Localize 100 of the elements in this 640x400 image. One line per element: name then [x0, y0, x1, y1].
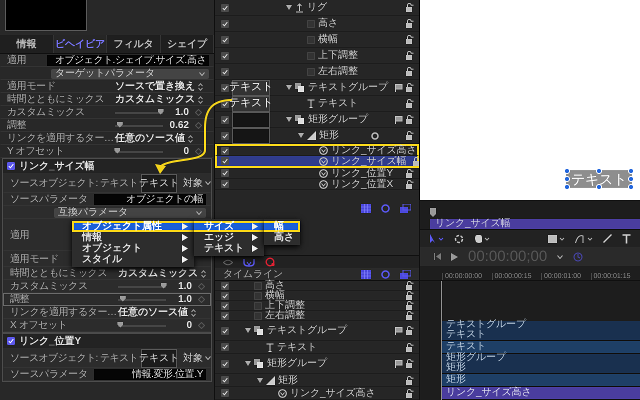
timeline-bar[interactable]: 矩形: [441, 374, 640, 387]
disclosure-triangle-icon[interactable]: [298, 133, 304, 138]
padlock-icon[interactable]: [406, 281, 414, 290]
grid-icon[interactable]: [361, 270, 371, 278]
checkbox[interactable]: [221, 132, 229, 140]
disclosure-triangle-icon[interactable]: [286, 85, 292, 90]
checkbox[interactable]: [221, 36, 229, 44]
disclosure-triangle-icon[interactable]: [245, 328, 251, 333]
flag-icon[interactable]: [395, 116, 403, 124]
go-to-start-icon[interactable]: [434, 253, 441, 260]
layer-row[interactable]: テキスト テキストグループ: [215, 80, 419, 96]
menu-item[interactable]: 情報: [72, 232, 194, 243]
padlock-icon[interactable]: [406, 342, 414, 352]
eye-icon[interactable]: [223, 258, 233, 266]
padlock-icon[interactable]: [412, 156, 419, 166]
padlock-icon[interactable]: [406, 180, 414, 188]
checkbox[interactable]: [221, 169, 229, 177]
layer-row[interactable]: リンク_サイズ幅: [215, 156, 419, 168]
inspector-tab[interactable]: シェイプ: [160, 35, 214, 53]
layer-row[interactable]: 横幅: [215, 291, 419, 301]
menu-item[interactable]: 幅: [264, 221, 300, 232]
layer-row[interactable]: 上下調整: [215, 301, 419, 311]
layer-row[interactable]: 左右調整: [215, 64, 419, 80]
layer-row[interactable]: 左右調整: [215, 311, 419, 321]
padlock-icon[interactable]: [406, 3, 414, 12]
menu-item[interactable]: エッジ: [194, 232, 264, 243]
disclosure-triangle-icon[interactable]: [257, 378, 263, 382]
checkbox[interactable]: [221, 20, 229, 28]
padlock-icon[interactable]: [406, 359, 414, 368]
padlock-icon[interactable]: [406, 51, 414, 60]
slider-thumb[interactable]: [120, 296, 126, 302]
layer-row[interactable]: リンク_位置X: [215, 179, 419, 190]
stack-icon[interactable]: [400, 204, 411, 213]
selection-handle[interactable]: [596, 168, 602, 174]
target-button[interactable]: 対象: [183, 352, 212, 364]
checkbox[interactable]: [221, 389, 229, 397]
checkbox[interactable]: [221, 4, 229, 12]
checkbox[interactable]: [221, 68, 229, 76]
checkbox[interactable]: [221, 116, 229, 124]
menu-item[interactable]: スタイル: [72, 254, 194, 265]
flag-icon[interactable]: [395, 84, 403, 92]
disclosure-triangle-icon[interactable]: [286, 117, 292, 122]
play-icon[interactable]: [451, 252, 458, 261]
target-button[interactable]: 対象: [183, 178, 212, 188]
checkbox[interactable]: [221, 180, 229, 188]
disclosure-triangle-icon[interactable]: [245, 361, 251, 366]
menu-item[interactable]: オブジェクト属性: [72, 221, 194, 232]
checkbox[interactable]: [221, 292, 229, 300]
checkbox[interactable]: [221, 52, 229, 60]
selection-handle[interactable]: [596, 184, 602, 190]
dropdown[interactable]: ターゲットパラメータ: [51, 68, 209, 78]
layer-row[interactable]: テキストグループ: [215, 321, 419, 341]
padlock-icon[interactable]: [406, 131, 414, 140]
checkbox[interactable]: [221, 84, 229, 92]
layer-row[interactable]: 高さ: [215, 16, 419, 32]
checkbox[interactable]: [221, 282, 229, 290]
slider-thumb[interactable]: [114, 148, 120, 154]
slider-thumb[interactable]: [116, 122, 123, 128]
checkbox[interactable]: [221, 146, 229, 154]
layer-row[interactable]: 矩形: [215, 128, 419, 144]
record-icon[interactable]: [265, 257, 275, 267]
line-tool-icon[interactable]: [603, 234, 612, 244]
padlock-icon[interactable]: [406, 168, 414, 178]
inspector-tab[interactable]: フィルタ: [107, 35, 160, 53]
menu-item[interactable]: 高さ: [264, 232, 300, 243]
timeline-bar[interactable]: リンク_サイズ高さ: [441, 386, 640, 400]
padlock-icon[interactable]: [406, 67, 414, 76]
layer-row[interactable]: テキスト テキスト: [215, 96, 419, 112]
checkbox[interactable]: [221, 326, 229, 334]
checkbox[interactable]: [221, 302, 229, 310]
disclosure-triangle-icon[interactable]: [286, 5, 292, 10]
dropdown[interactable]: 互換パラメータ: [54, 208, 206, 218]
timeline-bar[interactable]: リンク_サイズ幅: [430, 219, 640, 230]
layer-row[interactable]: 高さ: [215, 281, 419, 291]
layer-row[interactable]: リンク_サイズ高さ: [215, 387, 419, 400]
popup-button[interactable]: カスタムミックス: [115, 94, 203, 105]
orbit-icon[interactable]: [454, 234, 464, 244]
layer-row[interactable]: リンク_位置Y: [215, 168, 419, 179]
padlock-icon[interactable]: [406, 35, 414, 44]
flag-icon[interactable]: [395, 360, 403, 368]
padlock-icon[interactable]: [406, 326, 414, 335]
layer-row[interactable]: 矩形: [215, 374, 419, 387]
slider-thumb[interactable]: [160, 282, 167, 288]
padlock-icon[interactable]: [406, 291, 414, 300]
menu-item[interactable]: オブジェクト: [72, 243, 194, 254]
menu-item[interactable]: サイズ: [194, 221, 264, 232]
layer-row[interactable]: 上下調整: [215, 48, 419, 64]
padlock-icon[interactable]: [406, 115, 414, 124]
loop-icon[interactable]: [243, 258, 255, 266]
padlock-icon[interactable]: [406, 301, 414, 310]
checkbox[interactable]: [221, 343, 229, 351]
padlock-icon[interactable]: [406, 83, 414, 92]
circle-icon[interactable]: [381, 204, 390, 213]
menu-item[interactable]: テキスト: [194, 243, 264, 254]
thumbnail[interactable]: テキスト: [141, 174, 178, 192]
popup-button[interactable]: 任意のソース値: [118, 307, 196, 318]
rectangle-tool-icon[interactable]: [548, 234, 565, 244]
layer-row[interactable]: 横幅: [215, 32, 419, 48]
popup-button[interactable]: ソースで置き換え: [115, 81, 203, 92]
padlock-icon[interactable]: [406, 99, 414, 108]
